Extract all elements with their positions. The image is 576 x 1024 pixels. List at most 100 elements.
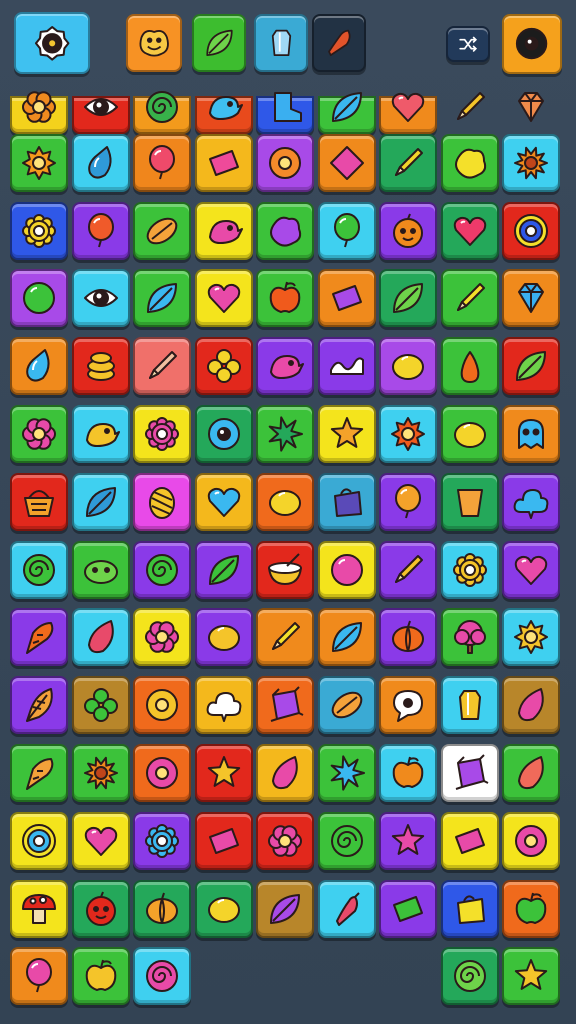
tile-egg[interactable]	[133, 472, 191, 531]
tile-drop[interactable]	[71, 133, 130, 192]
tile-seed[interactable]	[502, 744, 560, 802]
tile-leaf[interactable]	[133, 269, 191, 328]
tile-coin-stack[interactable]	[71, 337, 130, 396]
tile-bar[interactable]	[379, 879, 437, 938]
tile-star-burst[interactable]	[256, 405, 314, 463]
tile-feather[interactable]	[10, 676, 68, 735]
tile-gem[interactable]	[502, 92, 560, 134]
tile-heart[interactable]	[502, 540, 560, 599]
tile-apple[interactable]	[379, 744, 437, 802]
tile-balloon[interactable]	[379, 472, 437, 531]
tile-bird[interactable]	[194, 96, 253, 134]
booster-leaf-button[interactable]	[192, 14, 246, 72]
tile-bag[interactable]	[317, 472, 376, 531]
tile-leaf[interactable]	[71, 472, 130, 531]
tile-heart[interactable]	[194, 472, 253, 531]
tile-sunflower[interactable]	[71, 744, 130, 802]
tile-gift[interactable]	[440, 744, 499, 802]
tile-balloon[interactable]	[10, 947, 68, 1006]
tile-heart[interactable]	[71, 811, 130, 870]
tile-lemon[interactable]	[440, 405, 499, 463]
tile-diamond[interactable]	[317, 133, 376, 192]
tile-pencil[interactable]	[379, 540, 437, 599]
tile-target[interactable]	[10, 811, 68, 870]
tile-swirl[interactable]	[133, 947, 191, 1006]
tile-crystal[interactable]	[440, 676, 499, 735]
tile-heart[interactable]	[440, 201, 499, 260]
tile-lemon[interactable]	[194, 879, 253, 938]
tile-donut[interactable]	[133, 676, 191, 735]
tile-swirl[interactable]	[440, 947, 499, 1006]
tile-cup[interactable]	[440, 472, 499, 531]
tile-donut[interactable]	[256, 133, 314, 192]
tile-gear-flower[interactable]	[133, 405, 191, 463]
tile-lemon[interactable]	[379, 337, 437, 396]
tile-leaf[interactable]	[379, 269, 437, 328]
tile-donut[interactable]	[502, 811, 560, 870]
tile-blob[interactable]	[256, 201, 314, 260]
tile-leaf[interactable]	[317, 608, 376, 667]
tile-cloud[interactable]	[194, 676, 253, 735]
tile-seed[interactable]	[502, 676, 560, 735]
tile-leaf[interactable]	[502, 337, 560, 396]
tile-boot[interactable]	[256, 92, 314, 134]
tile-swirl[interactable]	[133, 540, 191, 599]
tile-bar[interactable]	[194, 811, 253, 870]
tile-gear-flower[interactable]	[440, 540, 499, 599]
profile-eye-button[interactable]	[502, 14, 562, 74]
tile-ball[interactable]	[10, 269, 68, 328]
tile-drop[interactable]	[10, 337, 68, 396]
tile-balloon[interactable]	[133, 133, 191, 192]
tile-basket[interactable]	[10, 472, 68, 531]
tile-sun[interactable]	[502, 608, 560, 667]
tile-face-blob[interactable]	[71, 540, 130, 599]
tile-swirl[interactable]	[317, 811, 376, 870]
shuffle-button[interactable]	[446, 26, 490, 62]
tile-face-fruit[interactable]	[71, 879, 130, 938]
tile-star[interactable]	[317, 405, 376, 463]
tile-sun[interactable]	[10, 133, 68, 192]
tile-ghost[interactable]	[502, 405, 560, 463]
tile-ball[interactable]	[317, 540, 376, 599]
tile-almond[interactable]	[133, 201, 191, 260]
tile-pencil[interactable]	[379, 133, 437, 192]
tile-apple[interactable]	[71, 947, 130, 1006]
tile-bird[interactable]	[194, 201, 253, 260]
tile-donut[interactable]	[133, 744, 191, 802]
tile-pumpkin[interactable]	[133, 879, 191, 938]
tile-bowl[interactable]	[256, 540, 314, 599]
tile-bird[interactable]	[71, 405, 130, 463]
tile-almond[interactable]	[317, 676, 376, 735]
tile-flower[interactable]	[10, 405, 68, 463]
tile-pepper[interactable]	[317, 879, 376, 938]
tile-eye-flower[interactable]	[71, 96, 130, 134]
tile-pumpkin[interactable]	[379, 608, 437, 667]
tile-flower[interactable]	[256, 811, 314, 870]
tile-pencil[interactable]	[441, 92, 499, 134]
tile-gift[interactable]	[256, 676, 314, 735]
tile-clover[interactable]	[194, 337, 253, 396]
tile-cloud[interactable]	[502, 472, 560, 531]
tile-pencil[interactable]	[440, 269, 499, 328]
tile-pear[interactable]	[440, 337, 499, 396]
tile-pencil[interactable]	[256, 608, 314, 667]
tile-apple[interactable]	[256, 269, 314, 328]
tile-star-burst[interactable]	[317, 744, 376, 802]
tile-lemon[interactable]	[194, 608, 253, 667]
tile-leaf[interactable]	[256, 879, 314, 938]
tile-bag[interactable]	[440, 879, 499, 938]
tile-sun[interactable]	[379, 405, 437, 463]
tile-pencil[interactable]	[133, 337, 191, 396]
booster-crystal-button[interactable]	[254, 14, 308, 72]
tile-balloon[interactable]	[317, 201, 376, 260]
tile-bar[interactable]	[194, 133, 253, 192]
tile-apple[interactable]	[502, 879, 560, 938]
tile-leaf[interactable]	[317, 92, 376, 134]
tile-flower[interactable]	[10, 91, 68, 134]
tile-bar[interactable]	[317, 269, 376, 328]
booster-blob-button[interactable]	[126, 14, 182, 72]
tile-eye[interactable]	[194, 405, 253, 463]
tile-bubble[interactable]	[379, 676, 437, 735]
tile-flower[interactable]	[133, 608, 191, 667]
tile-eye-flower[interactable]	[71, 269, 130, 328]
